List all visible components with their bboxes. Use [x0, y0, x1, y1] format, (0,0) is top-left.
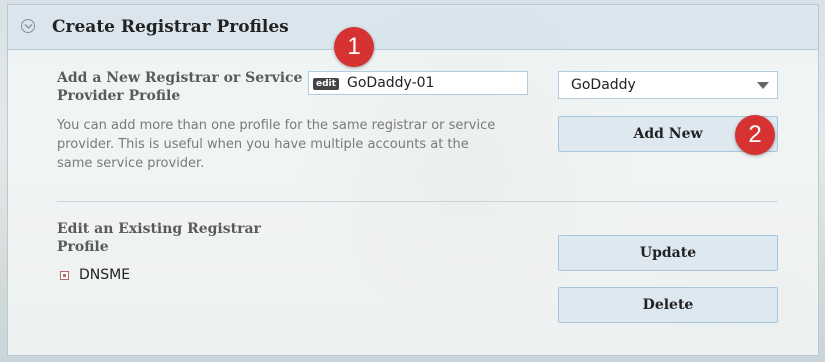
- annotation-marker-1: 1: [334, 27, 374, 67]
- dropdown-arrow-icon: [757, 82, 769, 89]
- profile-name-field[interactable]: edit GoDaddy-01: [308, 71, 528, 95]
- registrar-profiles-panel: Create Registrar Profiles Add a New Regi…: [7, 4, 819, 356]
- section-divider: [57, 201, 778, 202]
- update-button[interactable]: Update: [558, 235, 778, 271]
- panel-header[interactable]: Create Registrar Profiles: [8, 5, 818, 50]
- edit-tag: edit: [313, 78, 339, 90]
- collapse-chevron-icon[interactable]: [21, 19, 35, 33]
- registrar-select[interactable]: GoDaddy: [558, 71, 778, 99]
- help-text: You can add more than one profile for th…: [57, 118, 496, 171]
- annotation-marker-2: 2: [735, 115, 775, 155]
- delete-button[interactable]: Delete: [558, 287, 778, 323]
- edit-profile-label: Edit an Existing Registrar Profile: [57, 221, 261, 255]
- profile-bullet-icon: [60, 271, 69, 280]
- profile-name: DNSME: [79, 267, 131, 283]
- add-profile-label: Add a New Registrar or Service Provider …: [57, 70, 303, 104]
- panel-title: Create Registrar Profiles: [52, 17, 289, 37]
- profile-name-value: GoDaddy-01: [347, 75, 435, 91]
- registrar-select-value: GoDaddy: [571, 77, 636, 93]
